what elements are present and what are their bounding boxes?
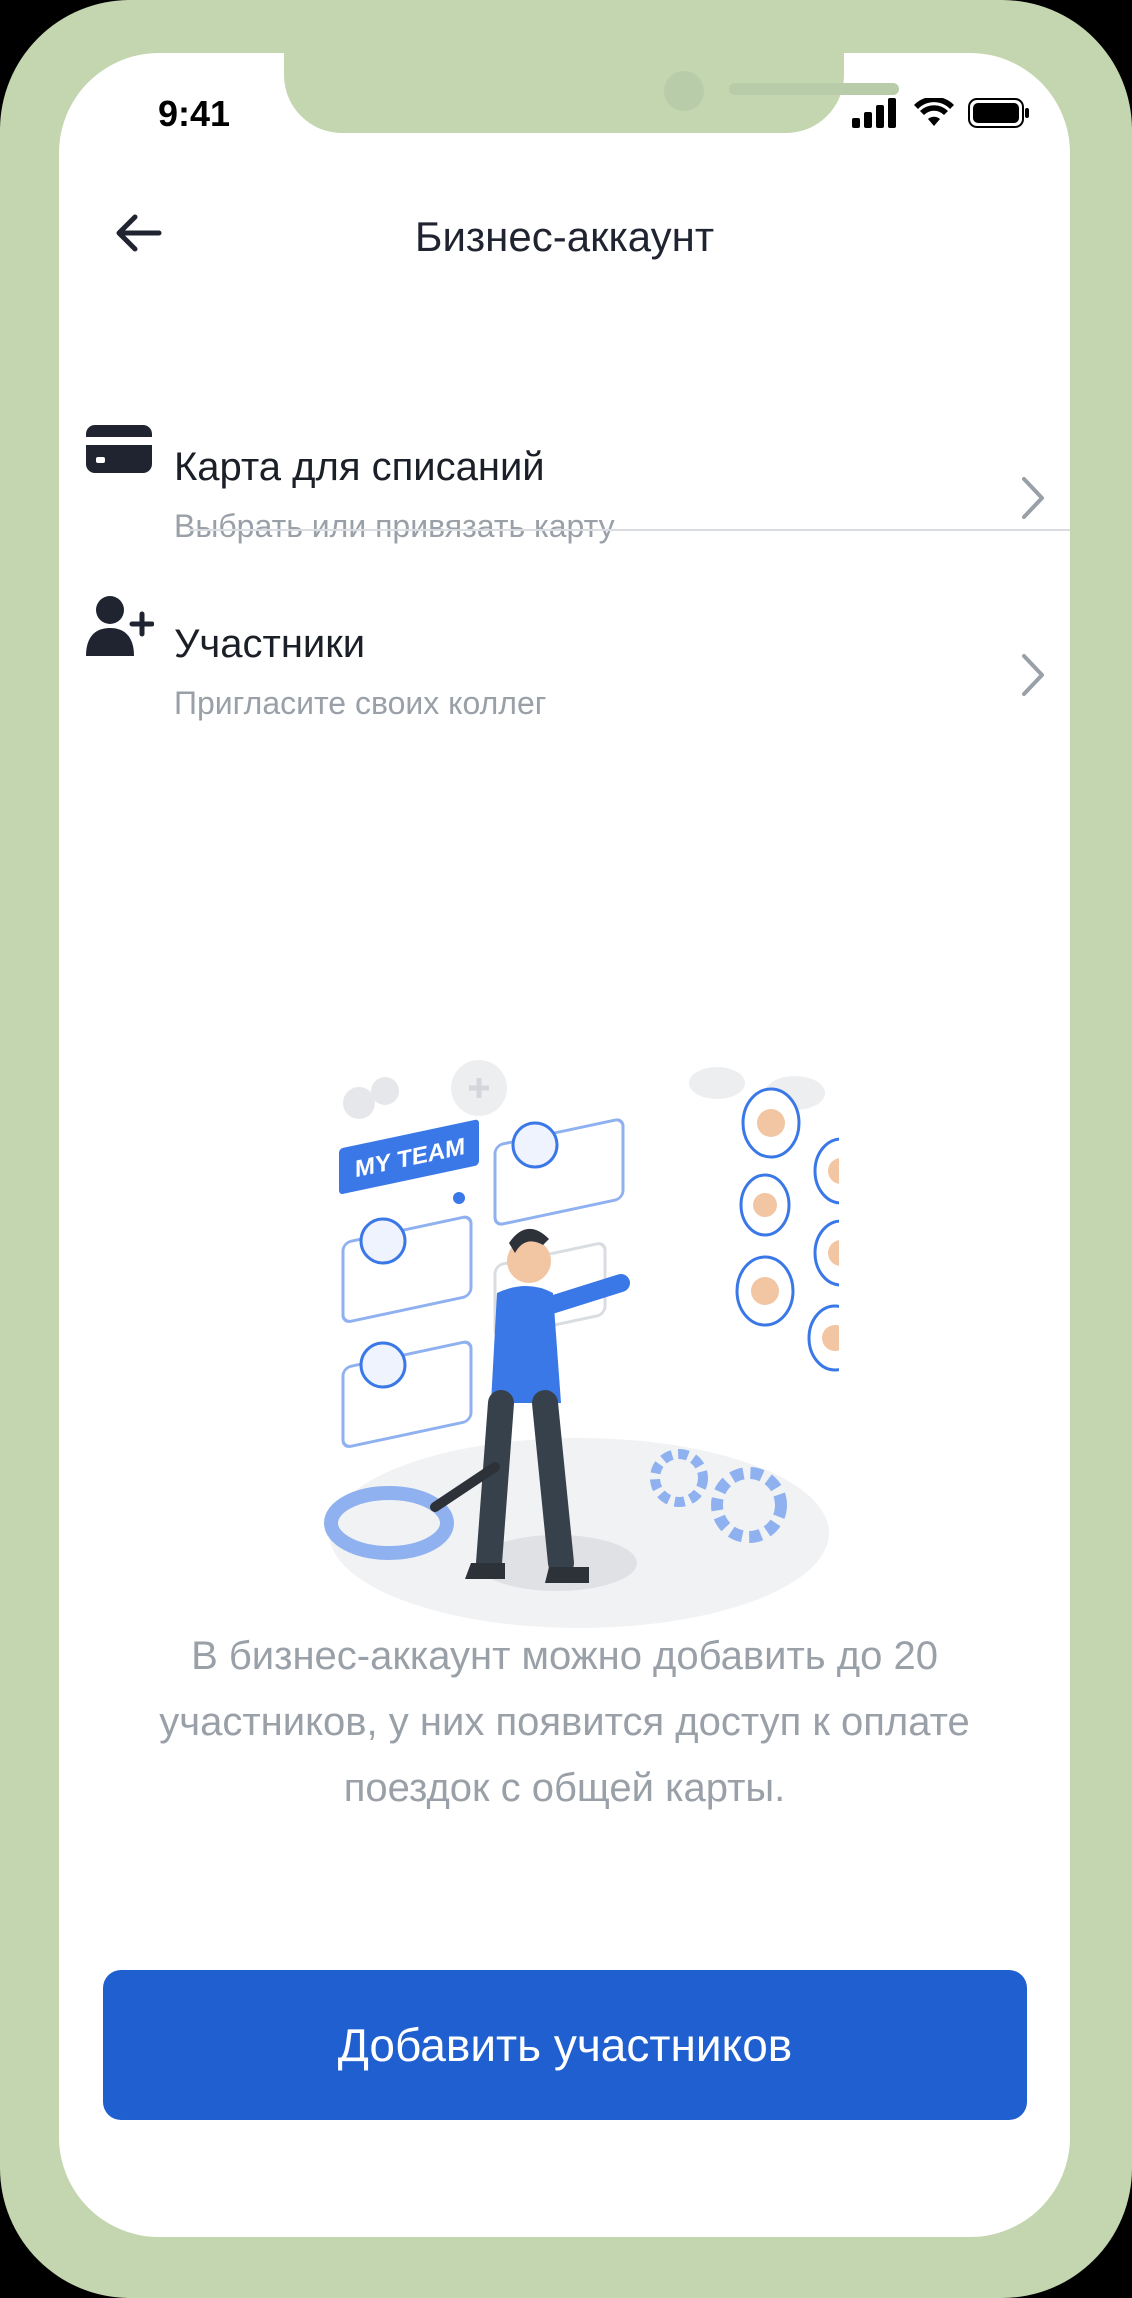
status-icons [852, 98, 1030, 128]
menu-item-subtitle: Выбрать или привязать карту [174, 508, 615, 544]
phone-notch [284, 53, 899, 133]
camera-icon [664, 71, 704, 111]
menu-item-subtitle: Пригласите своих коллег [174, 685, 547, 721]
wifi-icon [914, 98, 954, 126]
status-time: 9:41 [158, 93, 231, 134]
menu-item-members[interactable]: Участники Пригласите своих коллег [59, 550, 1070, 721]
signal-icon [852, 98, 896, 128]
menu-item-payment-card[interactable]: Карта для списаний Выбрать или привязать… [59, 373, 1070, 544]
divider [189, 529, 1070, 531]
add-user-icon [86, 596, 154, 656]
menu-item-title: Карта для списаний [174, 445, 545, 489]
menu-item-title: Участники [174, 622, 366, 666]
info-description: В бизнес-аккаунт можно добавить до 20 уч… [159, 1634, 970, 1810]
credit-card-icon [86, 425, 152, 473]
phone-frame: 9:41 Бизнес-аккаунт Карта для списаний В… [0, 0, 1132, 2298]
team-illustration: MY TEAM [324, 1060, 839, 1628]
app-screen: 9:41 Бизнес-аккаунт Карта для списаний В… [59, 53, 1070, 2237]
add-members-button[interactable]: Добавить участников [103, 1970, 1027, 2120]
speaker-grill [729, 83, 899, 95]
page-title: Бизнес-аккаунт [414, 213, 715, 260]
battery-icon [968, 98, 1029, 128]
chevron-right-icon [1022, 654, 1044, 696]
chevron-right-icon [1022, 477, 1044, 519]
